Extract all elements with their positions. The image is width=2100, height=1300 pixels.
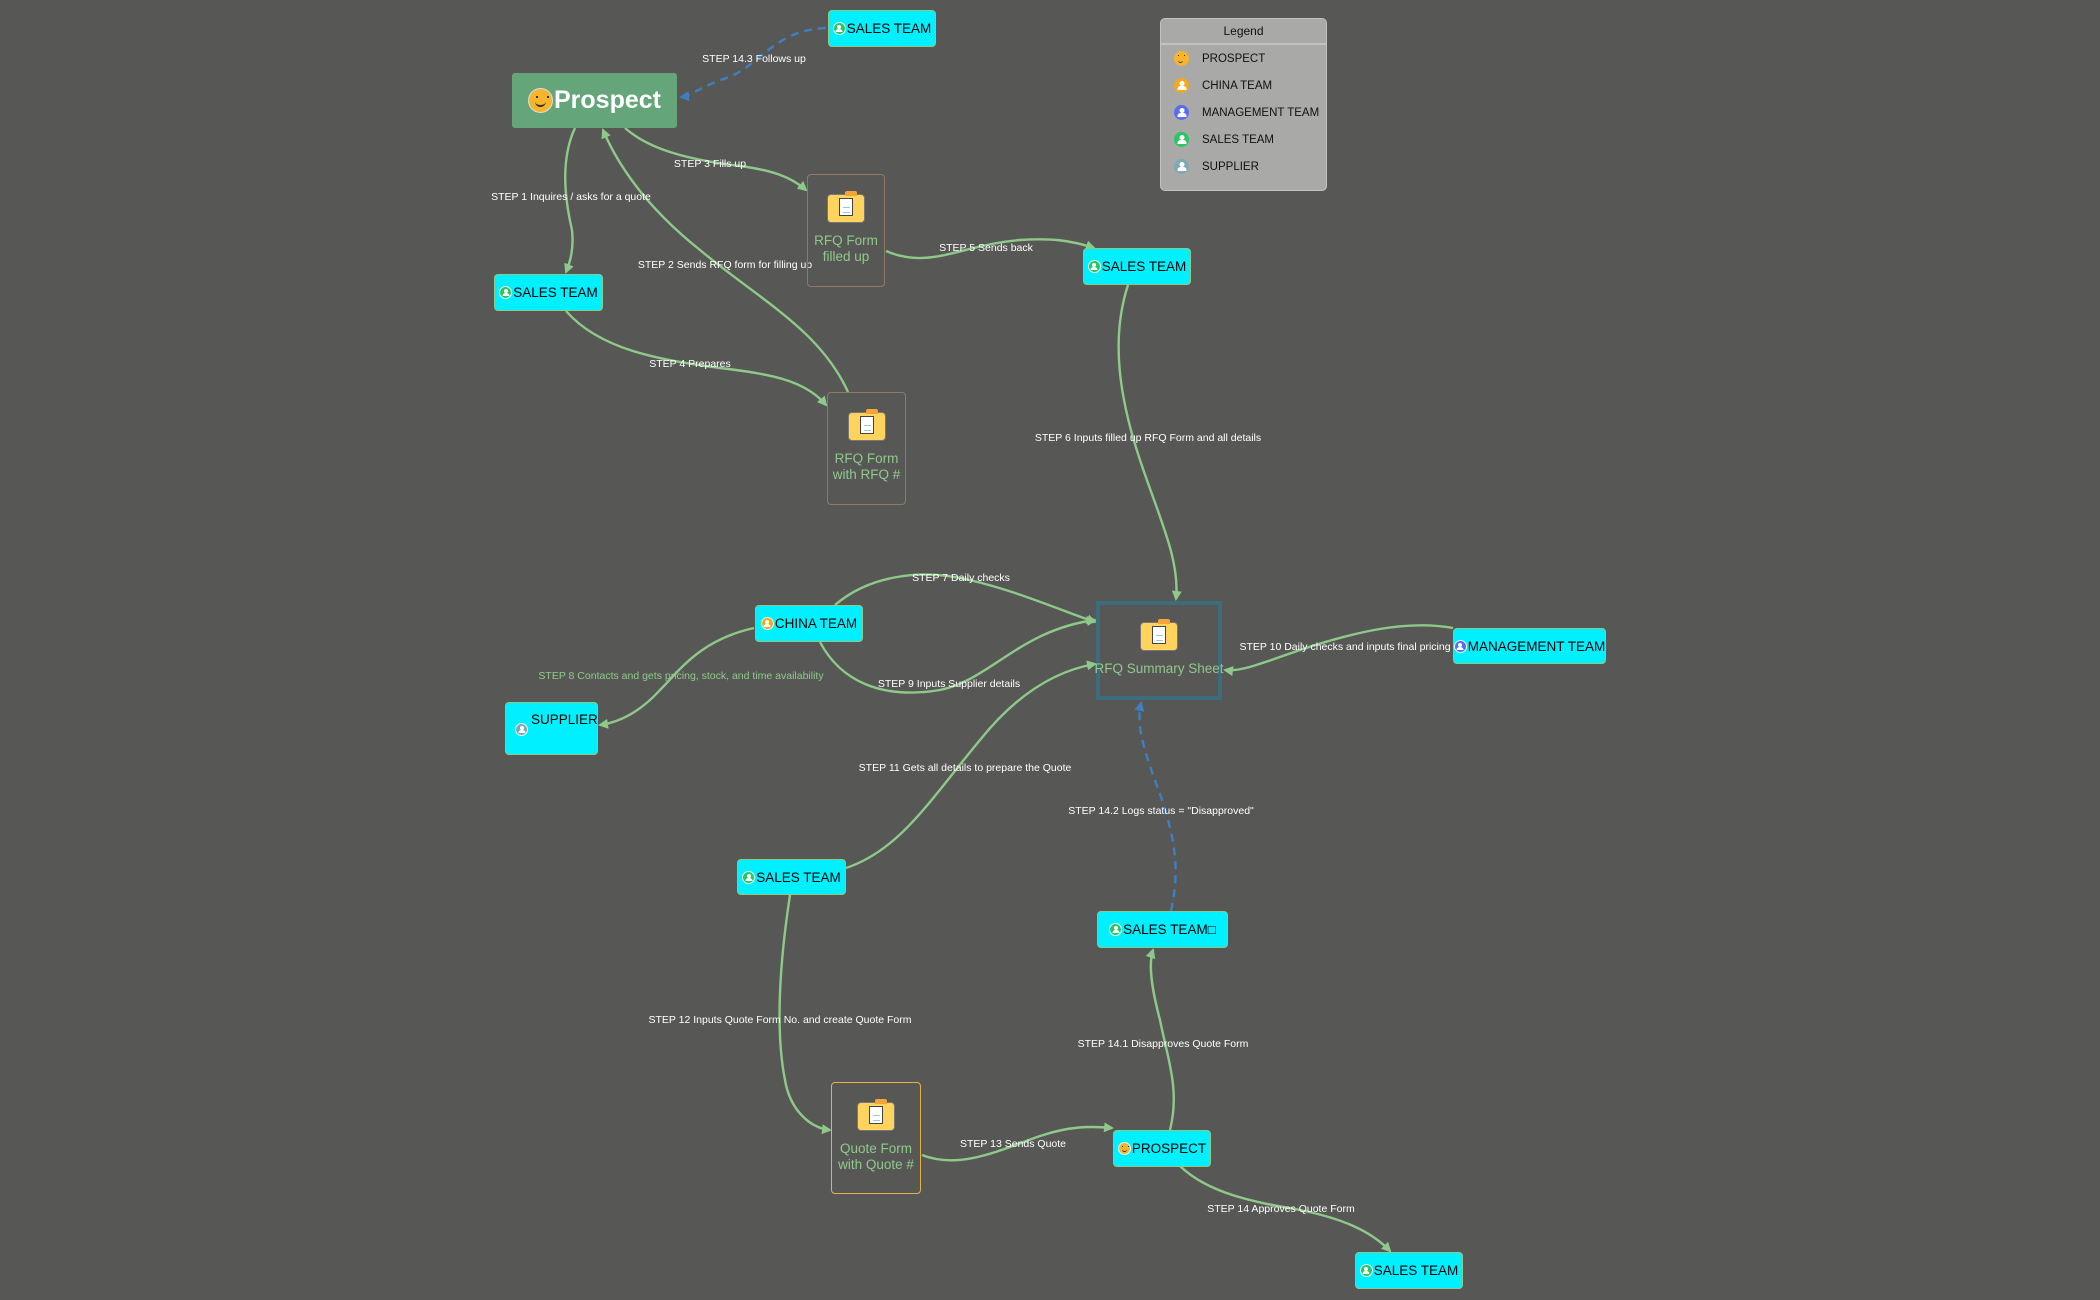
person-icon [515,723,528,736]
node-label: Quote Form with Quote # [838,1141,914,1172]
edge-label-step13: STEP 13 Sends Quote [959,1138,1067,1150]
node-label: SUPPLIER [531,712,598,727]
edge-label-step8: STEP 8 Contacts and gets pricing, stock,… [538,670,824,682]
node-label: SALES TEAM [756,869,841,885]
folder-icon [857,1099,895,1131]
person-icon [1174,132,1189,147]
legend-label: CHINA TEAM [1202,79,1273,92]
legend-title: Legend [1161,19,1326,45]
edge-label-step5: STEP 5 Sends back [939,242,1033,254]
sales-team-node-step5[interactable]: SALES TEAM [1083,248,1191,285]
edge-label-step9: STEP 9 Inputs Supplier details [877,678,1021,690]
legend-label: SUPPLIER [1202,160,1259,173]
person-icon [1174,105,1189,120]
sales-team-node-step141[interactable]: SALES TEAM□ [1097,911,1228,948]
edge-label-step142: STEP 14.2 Logs status = "Disapproved" [1068,805,1254,817]
node-label: PROSPECT [1131,1141,1207,1156]
node-label: SALES TEAM [846,21,932,36]
person-icon [1174,78,1189,93]
legend-label: PROSPECT [1202,52,1266,65]
person-icon [1359,1264,1373,1277]
sales-team-node-step1[interactable]: SALES TEAM [494,274,603,311]
node-label: RFQ Form filled up [814,233,878,264]
folder-icon [1140,619,1178,651]
legend-label: MANAGEMENT TEAM [1202,106,1320,119]
person-icon [1174,159,1189,174]
person-icon [1109,923,1123,936]
folder-icon [847,409,886,441]
prospect-node-label: Prospect [554,86,661,114]
rfq-summary-sheet-node[interactable]: RFQ Summary Sheet [1094,601,1224,700]
smiley-icon [1174,51,1189,66]
edge-label-step1: STEP 1 Inquires / asks for a quote [491,191,651,203]
node-label: RFQ Form with RFQ # [832,451,901,482]
sales-team-node-top[interactable]: SALES TEAM [828,10,936,47]
person-icon [760,617,774,630]
legend-label: SALES TEAM [1202,133,1275,146]
legend-item-supplier: SUPPLIER [1161,153,1326,180]
legend-item-china-team: CHINA TEAM [1161,72,1326,99]
sales-team-node-bottom[interactable]: SALES TEAM [1355,1252,1463,1289]
prospect-node-bottom[interactable]: PROSPECT [1113,1130,1211,1167]
edge-label-step14: STEP 14 Approves Quote Form [1207,1203,1355,1215]
person-icon [499,286,513,299]
edges-layer [564,26,1454,1253]
person-icon [1087,260,1101,273]
legend-item-prospect: PROSPECT [1161,45,1326,72]
edge-label-step12: STEP 12 Inputs Quote Form No. and create… [648,1014,912,1026]
node-label: SALES TEAM [513,285,598,300]
node-label: SALES TEAM [1373,1263,1459,1278]
edge-label-step141: STEP 14.1 Disapproves Quote Form [1077,1038,1249,1050]
rfq-form-number-node[interactable]: RFQ Form with RFQ # [827,392,906,505]
node-label: CHINA TEAM [774,616,858,631]
edge-label-step7: STEP 7 Daily checks [912,572,1010,584]
supplier-node[interactable]: SUPPLIER [505,702,598,755]
node-label: MANAGEMENT TEAM [1467,638,1606,654]
edge-label-step11: STEP 11 Gets all details to prepare the … [858,762,1072,774]
china-team-node[interactable]: CHINA TEAM [755,605,863,642]
quote-form-node[interactable]: Quote Form with Quote # [831,1082,921,1194]
node-label: SALES TEAM□ [1123,922,1216,937]
edge-step12 [778,894,832,1135]
sales-team-node-step11[interactable]: SALES TEAM [737,859,846,895]
person-icon [742,870,756,884]
legend-item-sales-team: SALES TEAM [1161,126,1326,153]
person-icon [832,22,846,35]
edge-label-step3: STEP 3 Fills up [673,158,747,170]
smiley-icon [1117,1142,1131,1155]
edge-label-step143: STEP 14.3 Follows up [702,53,806,65]
edge-label-step4: STEP 4 Prepares [649,358,731,370]
edge-label-step10: STEP 10 Daily checks and inputs final pr… [1239,641,1451,653]
folder-icon [827,191,865,223]
person-icon [1453,639,1467,653]
legend-item-management-team: MANAGEMENT TEAM [1161,99,1326,126]
edge-label-step2: STEP 2 Sends RFQ form for filling up [637,259,813,271]
node-label: RFQ Summary Sheet [1094,661,1224,676]
legend: Legend PROSPECT CHINA TEAM MANAGEMENT TE… [1160,18,1327,191]
smiley-icon [528,88,553,113]
edge-label-step6: STEP 6 Inputs filled up RFQ Form and all… [1034,432,1262,444]
rfq-form-filled-node[interactable]: RFQ Form filled up [807,174,885,287]
prospect-node[interactable]: Prospect [512,73,677,128]
node-label: SALES TEAM [1101,259,1187,274]
management-team-node[interactable]: MANAGEMENT TEAM [1453,628,1606,664]
